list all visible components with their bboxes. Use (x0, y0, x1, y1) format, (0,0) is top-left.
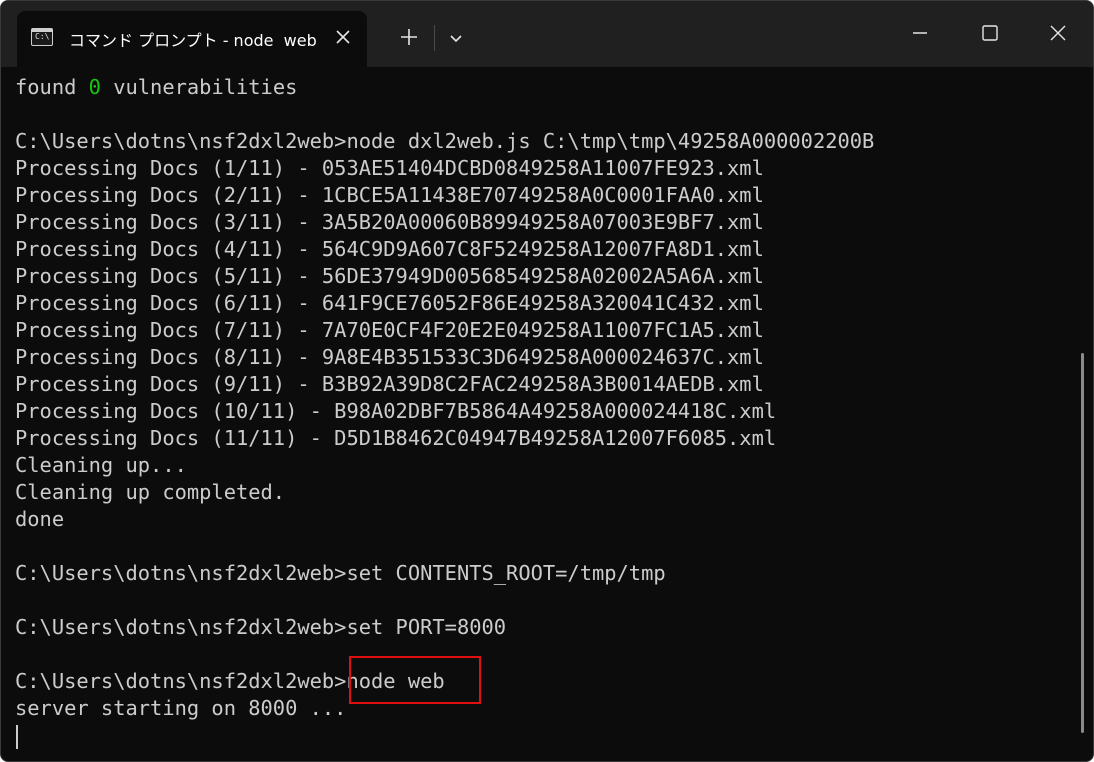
plus-icon[interactable] (395, 23, 423, 51)
terminal-line: C:\Users\dotns\nsf2dxl2web>node dxl2web.… (15, 129, 875, 153)
terminal-line: Processing Docs (4/11) - 564C9D9A607C8F5… (15, 237, 764, 261)
terminal-line: Processing Docs (7/11) - 7A70E0CF4F20E2E… (15, 318, 764, 342)
minimize-icon[interactable] (897, 13, 943, 53)
terminal-line: Processing Docs (11/11) - D5D1B8462C0494… (15, 426, 777, 450)
found-prefix: found (15, 75, 89, 99)
terminal-output[interactable]: found 0 vulnerabilities C:\Users\dotns\n… (1, 67, 1081, 761)
text-cursor (16, 725, 18, 749)
close-icon[interactable] (1035, 13, 1081, 53)
command-prompt-icon-text: C:\ (35, 32, 50, 41)
terminal-line: Processing Docs (8/11) - 9A8E4B351533C3D… (15, 345, 764, 369)
title-bar[interactable]: C:\ コマンド プロンプト - node web (1, 1, 1093, 67)
scrollbar[interactable] (1081, 353, 1084, 733)
tab-title: コマンド プロンプト - node web (69, 31, 317, 50)
terminal-line: Processing Docs (2/11) - 1CBCE5A11438E70… (15, 183, 764, 207)
terminal-line: Processing Docs (10/11) - B98A02DBF7B586… (15, 399, 777, 423)
terminal-line: Processing Docs (3/11) - 3A5B20A00060B89… (15, 210, 764, 234)
terminal-line: C:\Users\dotns\nsf2dxl2web>set CONTENTS_… (15, 561, 666, 585)
terminal-line: Processing Docs (1/11) - 053AE51404DCBD0… (15, 156, 764, 180)
maximize-icon[interactable] (967, 13, 1013, 53)
tab-command-prompt[interactable]: C:\ コマンド プロンプト - node web (17, 11, 367, 67)
vulnerability-count: 0 (88, 75, 101, 99)
tab-close-icon[interactable] (331, 25, 355, 49)
terminal-line: done (15, 507, 65, 531)
terminal-line: Processing Docs (6/11) - 641F9CE76052F86… (15, 291, 764, 315)
command-prompt-icon: C:\ (31, 28, 53, 46)
terminal-line: Cleaning up... (15, 453, 187, 477)
terminal-line: Processing Docs (5/11) - 56DE37949D00568… (15, 264, 764, 288)
highlight-box-node-web (349, 656, 481, 704)
terminal-line: Cleaning up completed. (15, 480, 286, 504)
chevron-down-icon[interactable] (443, 25, 469, 51)
found-vulnerabilities-line: found 0 vulnerabilities (15, 74, 297, 101)
tab-separator (434, 25, 435, 51)
terminal-window: C:\ コマンド プロンプト - node web found 0 vulner… (0, 0, 1094, 762)
found-suffix: vulnerabilities (100, 75, 298, 99)
terminal-line: server starting on 8000 ... (15, 696, 347, 720)
terminal-line: C:\Users\dotns\nsf2dxl2web>set PORT=8000 (15, 615, 507, 639)
terminal-line: Processing Docs (9/11) - B3B92A39D8C2FAC… (15, 372, 764, 396)
